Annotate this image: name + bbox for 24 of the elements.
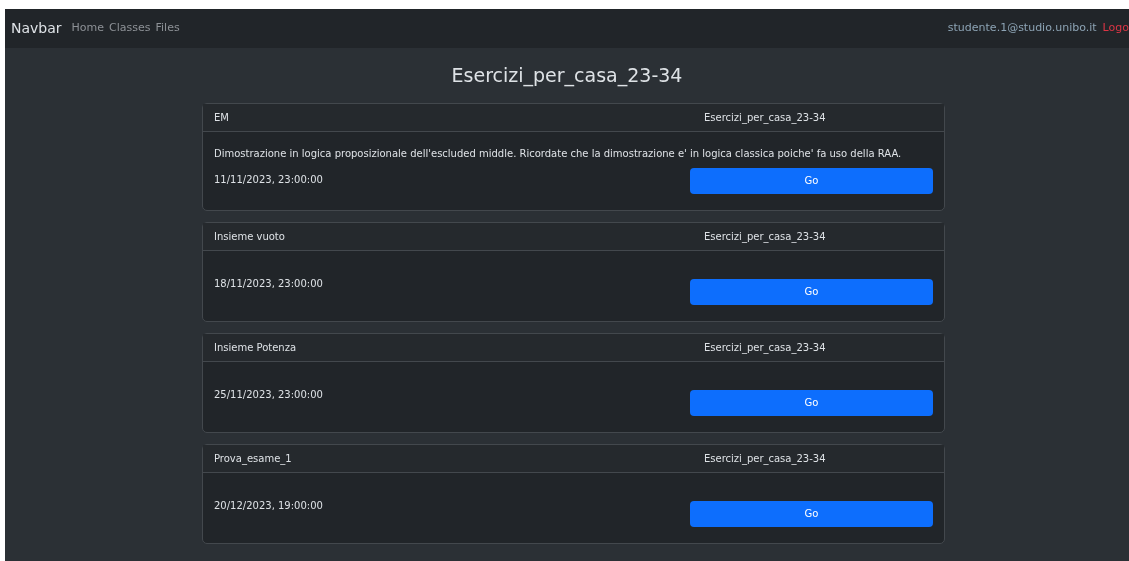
due-date: 25/11/2023, 23:00:00 xyxy=(214,387,323,402)
navbar-brand[interactable]: Navbar xyxy=(11,18,62,39)
course-name: Esercizi_per_casa_23-34 xyxy=(704,229,826,244)
course-name: Esercizi_per_casa_23-34 xyxy=(704,340,826,355)
due-date: 11/11/2023, 23:00:00 xyxy=(214,172,323,187)
exercise-name: Insieme Potenza xyxy=(214,340,298,355)
nav-link[interactable]: Home xyxy=(71,20,105,37)
logout-link[interactable]: Logo xyxy=(1102,20,1129,37)
exercise-name: EM xyxy=(214,110,230,125)
nav-link[interactable]: Classes xyxy=(109,20,151,37)
go-button[interactable]: Go xyxy=(690,278,933,305)
nav-link[interactable]: Files xyxy=(155,20,180,37)
due-date: 20/12/2023, 19:00:00 xyxy=(214,498,323,513)
exercise-name: Insieme vuoto xyxy=(214,229,286,244)
course-name: Esercizi_per_casa_23-34 xyxy=(704,451,826,466)
go-button[interactable]: Go xyxy=(690,500,933,527)
exercise-description: Dimostrazione in logica proposizionale dell'escluded middle. Ricordate che la dimostrazione e' in logica classica poiche' fa uso della RAA. xyxy=(214,146,903,161)
page-title: Esercizi_per_casa_23-34 xyxy=(451,63,683,89)
go-button[interactable]: Go xyxy=(690,389,933,416)
course-name: Esercizi_per_casa_23-34 xyxy=(704,110,826,125)
go-button[interactable]: Go xyxy=(690,167,933,194)
due-date: 18/11/2023, 23:00:00 xyxy=(214,276,323,291)
user-email: studente.1@studio.unibo.it xyxy=(947,20,1097,37)
exercise-name: Prova_esame_1 xyxy=(214,451,293,466)
